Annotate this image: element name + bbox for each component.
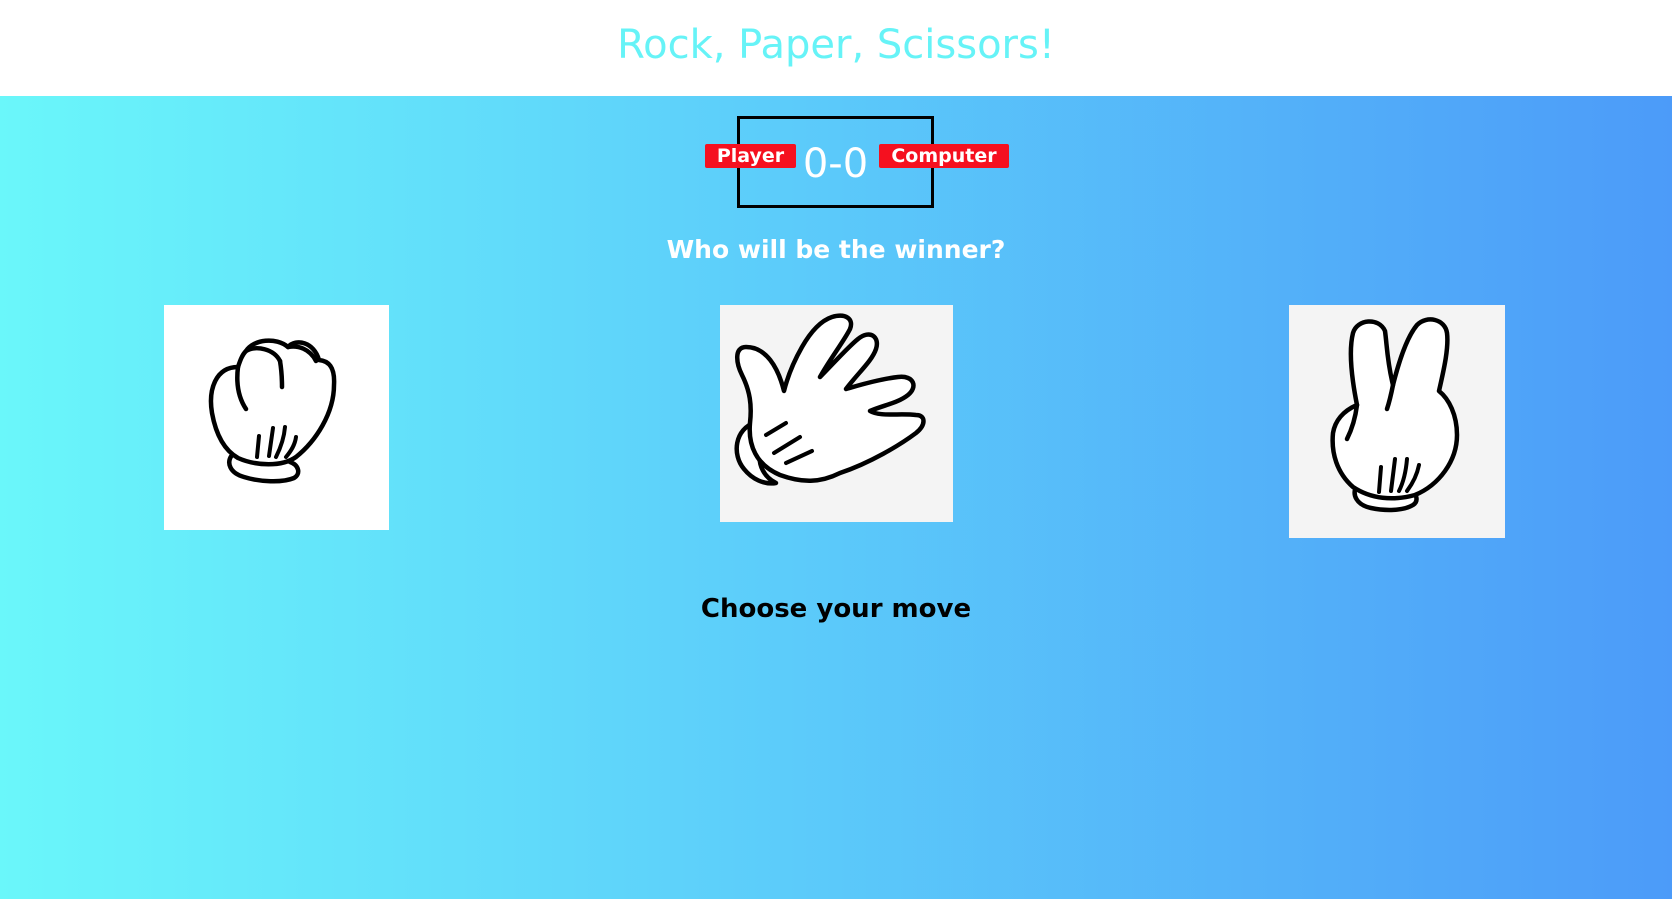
paper-hand-icon [734,313,926,486]
result-message: Who will be the winner? [666,235,1006,264]
rock-fist-icon [208,338,337,484]
rock-choice-button[interactable] [164,305,389,530]
computer-label: Computer [879,144,1009,168]
scissors-choice-button[interactable] [1289,305,1505,538]
choose-move-prompt: Choose your move [700,594,972,624]
scissors-hand-icon [1330,317,1460,513]
page-title: Rock, Paper, Scissors! [617,22,1055,68]
page-header: Rock, Paper, Scissors! [0,0,1672,96]
paper-choice-button[interactable] [720,305,953,522]
